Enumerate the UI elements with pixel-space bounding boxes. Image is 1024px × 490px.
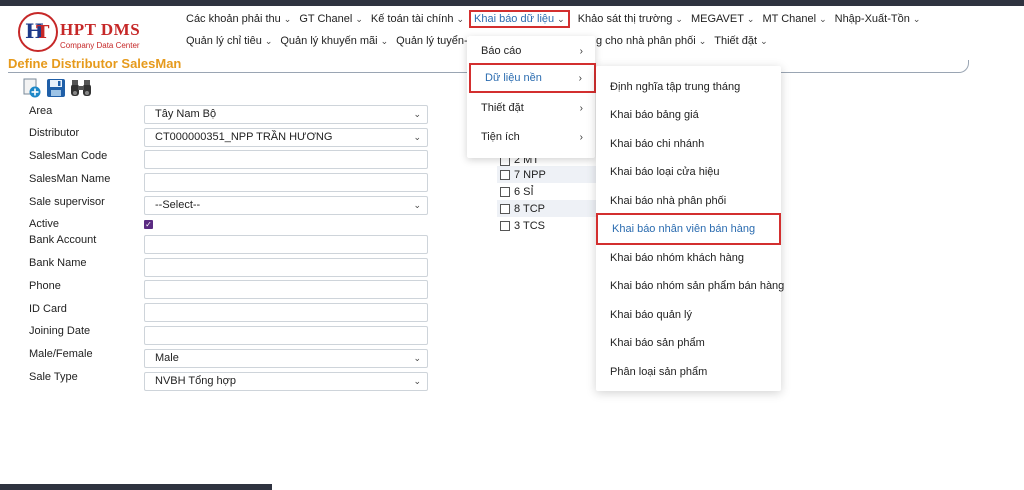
main-menu-row-2-tail: g cho nhà phân phối ⌄ Thiết đặt ⌄: [596, 32, 776, 50]
channel-option[interactable]: 6 SỈ: [497, 183, 597, 200]
chevron-down-icon: ⌄: [746, 13, 755, 24]
toolbar: [22, 78, 94, 100]
bank-account-input[interactable]: [144, 235, 428, 254]
menu-khao-sat-thi-truong[interactable]: Khảo sát thị trường ⌄: [578, 13, 683, 25]
main-menu-row-1: Các khoản phải thu ⌄ GT Chanel ⌄ Kế toán t…: [186, 10, 928, 28]
phone-input[interactable]: [144, 280, 428, 299]
submenu-item-khai-bao-loai-cua-hieu[interactable]: Khai báo loại cửa hiệu: [596, 158, 781, 186]
logo-subtitle: Company Data Center: [60, 41, 140, 50]
channel-option[interactable]: 3 TCS: [497, 217, 597, 234]
menu-cho-nha-phan-phoi[interactable]: g cho nhà phân phối ⌄: [596, 35, 706, 47]
menu-thiet-dat[interactable]: Thiết đặt ⌄: [714, 35, 767, 47]
page-title: Define Distributor SalesMan: [8, 56, 182, 71]
add-icon[interactable]: [22, 78, 42, 98]
salesman-code-input[interactable]: [144, 150, 428, 169]
dropdown-item-thiet-dat[interactable]: Thiết đặt ›: [467, 95, 595, 121]
chevron-down-icon: ⌄: [413, 132, 421, 142]
chevron-down-icon: ⌄: [264, 35, 273, 46]
channel-options: 2 MT 7 NPP 6 SỈ 8 TCP 3 TCS: [497, 155, 597, 234]
logo-mark-icon: HT: [18, 12, 58, 52]
gender-select[interactable]: Male ⌄: [144, 349, 428, 368]
label-id-card: ID Card: [29, 303, 67, 315]
submenu-item-khai-bao-nha-phan-phoi[interactable]: Khai báo nhà phân phối: [596, 187, 781, 215]
chevron-down-icon: ⌄: [760, 35, 768, 46]
du-lieu-nen-submenu: Định nghĩa tập trung tháng Khai báo bảng…: [596, 66, 784, 391]
label-bank-name: Bank Name: [29, 257, 87, 269]
chevron-down-icon: ⌄: [557, 13, 565, 24]
submenu-item-khai-bao-bang-gia[interactable]: Khai báo bảng giá: [596, 101, 781, 129]
salesman-name-input[interactable]: [144, 173, 428, 192]
chevron-down-icon: ⌄: [355, 13, 363, 24]
submenu-item-khai-bao-nhom-san-pham-ban-hang[interactable]: Khai báo nhóm sản phẩm bán hàng: [596, 272, 784, 300]
dropdown-item-tien-ich[interactable]: Tiện ích ›: [467, 124, 595, 150]
submenu-item-khai-bao-nhom-khach-hang[interactable]: Khai báo nhóm khách hàng: [596, 244, 781, 272]
bottom-status-bar: [0, 484, 272, 490]
checkbox[interactable]: [500, 203, 510, 214]
submenu-item-khai-bao-nhan-vien-ban-hang[interactable]: Khai báo nhân viên bán hàng: [596, 213, 781, 245]
submenu-item-khai-bao-san-pham[interactable]: Khai báo sản phẩm: [596, 329, 781, 357]
active-checkbox[interactable]: ✓: [144, 220, 153, 229]
logo-title: HPT DMS: [60, 20, 141, 39]
label-distributor: Distributor: [29, 127, 80, 139]
checkbox[interactable]: [500, 186, 510, 197]
main-menu-row-2: Quản lý chỉ tiêu ⌄ Quản lý khuyến mãi ⌄ Qu…: [186, 32, 500, 50]
label-joining-date: Joining Date: [29, 325, 91, 337]
area-select[interactable]: Tây Nam Bộ ⌄: [144, 105, 428, 124]
chevron-down-icon: ⌄: [456, 13, 464, 24]
dropdown-item-bao-cao[interactable]: Báo cáo ›: [467, 38, 595, 64]
label-salesman-code: SalesMan Code: [29, 150, 108, 162]
label-bank-account: Bank Account: [29, 234, 97, 246]
khai-bao-du-lieu-dropdown: Báo cáo › Dữ liệu nền › Thiết đặt › Tiện íc…: [467, 36, 596, 158]
label-active: Active: [29, 218, 59, 230]
label-area: Area: [29, 105, 53, 117]
chevron-down-icon: ⌄: [413, 376, 421, 386]
dropdown-item-du-lieu-nen[interactable]: Dữ liệu nền ›: [469, 63, 596, 93]
chevron-down-icon: ⌄: [413, 109, 421, 119]
submenu-item-phan-loai-san-pham[interactable]: Phân loại sản phẩm: [596, 358, 781, 386]
submenu-item-dinh-nghia-tap-trung-thang[interactable]: Định nghĩa tập trung tháng: [596, 73, 781, 101]
channel-option[interactable]: 7 NPP: [497, 166, 597, 183]
id-card-input[interactable]: [144, 303, 428, 322]
menu-khai-bao-du-lieu[interactable]: Khai báo dữ liệu ⌄: [469, 10, 570, 28]
submenu-item-khai-bao-chi-nhanh[interactable]: Khai báo chi nhánh: [596, 130, 781, 158]
chevron-down-icon: ⌄: [819, 13, 827, 24]
search-icon[interactable]: [70, 78, 91, 98]
save-icon[interactable]: [46, 78, 66, 98]
label-sale-supervisor: Sale supervisor: [29, 196, 105, 208]
chevron-right-icon: ›: [579, 131, 583, 143]
bank-name-input[interactable]: [144, 258, 428, 277]
menu-cac-khoan-phai-thu[interactable]: Các khoản phải thu ⌄: [186, 13, 291, 25]
label-sale-type: Sale Type: [29, 371, 78, 383]
joining-date-input[interactable]: [144, 326, 428, 345]
chevron-down-icon: ⌄: [413, 353, 421, 363]
chevron-down-icon: ⌄: [380, 35, 389, 46]
app-logo[interactable]: HT HPT DMS Company Data Center: [18, 12, 178, 54]
chevron-down-icon: ⌄: [698, 35, 707, 46]
sale-supervisor-select[interactable]: --Select-- ⌄: [144, 196, 428, 215]
chevron-down-icon: ⌄: [283, 13, 292, 24]
chevron-down-icon: ⌄: [413, 200, 421, 210]
menu-nhap-xuat-ton[interactable]: Nhập-Xuất-Tồn ⌄: [835, 13, 921, 25]
checkbox[interactable]: [500, 169, 510, 180]
window-top-bar: [0, 0, 1024, 6]
chevron-right-icon: ›: [579, 45, 583, 57]
menu-megavet[interactable]: MEGAVET ⌄: [691, 13, 755, 25]
label-male-female: Male/Female: [29, 348, 93, 360]
sale-type-select[interactable]: NVBH Tổng hợp ⌄: [144, 372, 428, 391]
label-phone: Phone: [29, 280, 61, 292]
chevron-right-icon: ›: [578, 72, 582, 84]
channel-option[interactable]: 8 TCP: [497, 200, 597, 217]
checkbox[interactable]: [500, 220, 510, 231]
menu-gt-chanel[interactable]: GT Chanel ⌄: [299, 13, 363, 25]
menu-ke-toan-tai-chinh[interactable]: Kế toán tài chính ⌄: [371, 13, 464, 25]
menu-mt-chanel[interactable]: MT Chanel ⌄: [762, 13, 826, 25]
menu-quan-ly-chi-tieu[interactable]: Quản lý chỉ tiêu ⌄: [186, 35, 272, 47]
menu-quan-ly-khuyen-mai[interactable]: Quản lý khuyến mãi ⌄: [280, 35, 388, 47]
chevron-down-icon: ⌄: [675, 13, 683, 24]
chevron-right-icon: ›: [579, 102, 583, 114]
chevron-down-icon: ⌄: [912, 13, 921, 24]
label-salesman-name: SalesMan Name: [29, 173, 111, 185]
submenu-item-khai-bao-quan-ly[interactable]: Khai báo quản lý: [596, 301, 781, 329]
distributor-select[interactable]: CT000000351_NPP TRẦN HƯƠNG ⌄: [144, 128, 428, 147]
